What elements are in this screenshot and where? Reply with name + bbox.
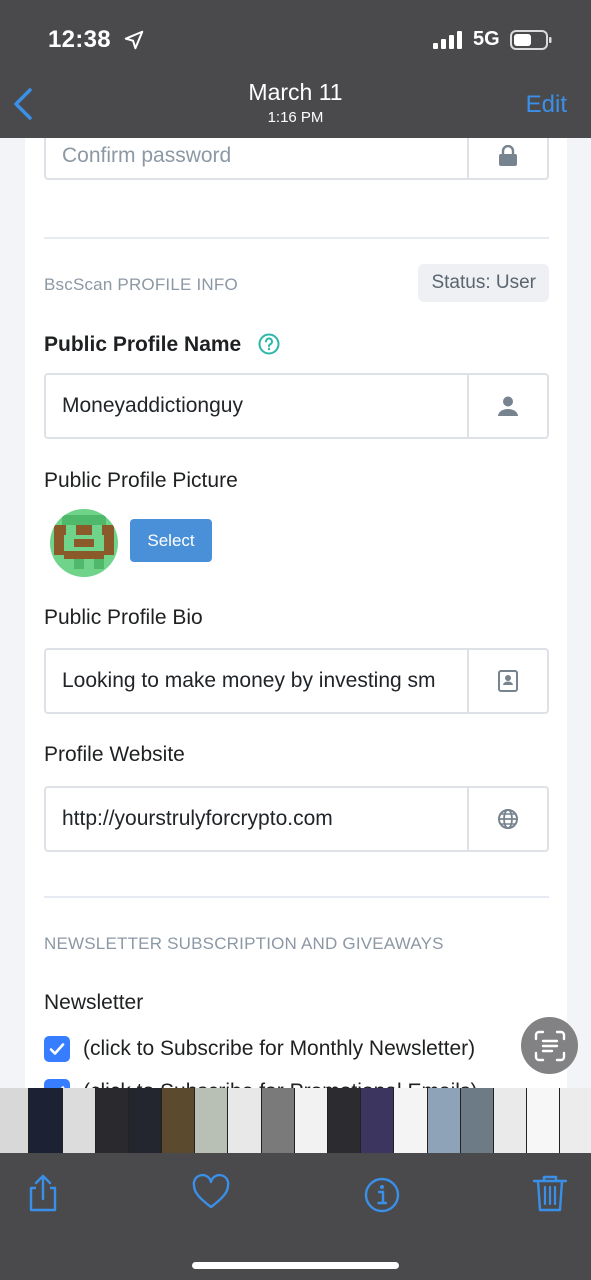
profile-bio-label: Public Profile Bio bbox=[44, 606, 203, 629]
lock-icon bbox=[499, 145, 517, 166]
thumbnail[interactable] bbox=[96, 1088, 129, 1153]
thumbnail[interactable] bbox=[527, 1088, 560, 1153]
photo-content: Confirm password BscScan PROFILE INFO St… bbox=[0, 138, 591, 1088]
photos-bottom-toolbar bbox=[0, 1153, 591, 1280]
live-text-button[interactable] bbox=[521, 1017, 578, 1074]
profile-bio-group: Looking to make money by investing sm bbox=[44, 648, 549, 714]
profile-picture-label: Public Profile Picture bbox=[44, 469, 238, 492]
profile-form-card: Confirm password BscScan PROFILE INFO St… bbox=[25, 138, 567, 1088]
monthly-newsletter-checkbox[interactable] bbox=[44, 1036, 70, 1062]
nav-subtitle: 1:16 PM bbox=[267, 109, 324, 126]
location-arrow-icon bbox=[124, 30, 144, 50]
newsletter-heading: NEWSLETTER SUBSCRIPTION AND GIVEAWAYS bbox=[44, 934, 444, 953]
thumbnail[interactable] bbox=[428, 1088, 461, 1153]
thumbnail[interactable] bbox=[262, 1088, 295, 1153]
confirm-password-input[interactable]: Confirm password bbox=[46, 138, 467, 178]
thumbnail[interactable] bbox=[228, 1088, 262, 1153]
profile-website-group: http://yourstrulyforcrypto.com bbox=[44, 786, 549, 852]
profile-name-input[interactable]: Moneyaddictionguy bbox=[46, 375, 467, 437]
live-text-icon bbox=[534, 1030, 565, 1061]
thumbnail-strip[interactable] bbox=[0, 1088, 591, 1153]
profile-name-label: Public Profile Name bbox=[44, 333, 242, 356]
confirm-password-group: Confirm password bbox=[44, 138, 549, 180]
thumbnail[interactable] bbox=[129, 1088, 162, 1153]
thumbnail[interactable] bbox=[29, 1088, 63, 1153]
thumbnail[interactable] bbox=[328, 1088, 361, 1153]
thumbnail[interactable] bbox=[162, 1088, 195, 1153]
user-icon bbox=[498, 396, 518, 416]
globe-icon bbox=[498, 809, 518, 829]
question-circle-icon[interactable] bbox=[258, 333, 280, 355]
network-type: 5G bbox=[473, 28, 500, 50]
contact-book-icon bbox=[498, 670, 518, 692]
nav-title: March 11 bbox=[248, 79, 343, 105]
profile-website-label: Profile Website bbox=[44, 743, 185, 766]
status-badge: Status: User bbox=[418, 264, 549, 302]
profile-website-addon bbox=[467, 788, 547, 850]
section-divider bbox=[44, 896, 549, 898]
profile-bio-input[interactable]: Looking to make money by investing sm bbox=[46, 650, 467, 712]
promotional-emails-checkbox[interactable] bbox=[44, 1079, 70, 1088]
thumbnail[interactable] bbox=[494, 1088, 527, 1153]
thumbnail[interactable] bbox=[560, 1088, 591, 1153]
cellular-signal-icon bbox=[433, 31, 462, 49]
section-divider bbox=[44, 237, 549, 239]
newsletter-label: Newsletter bbox=[44, 991, 144, 1014]
thumbnail[interactable] bbox=[394, 1088, 428, 1153]
info-icon[interactable] bbox=[362, 1173, 402, 1213]
thumbnail[interactable] bbox=[195, 1088, 228, 1153]
profile-info-heading: BscScan PROFILE INFO bbox=[44, 275, 238, 294]
thumbnail[interactable] bbox=[461, 1088, 494, 1153]
checkmark-icon bbox=[49, 1043, 65, 1055]
thumbnail[interactable] bbox=[295, 1088, 328, 1153]
trash-icon[interactable] bbox=[530, 1173, 570, 1213]
profile-name-addon bbox=[467, 375, 547, 437]
thumbnail[interactable] bbox=[63, 1088, 96, 1153]
profile-bio-addon bbox=[467, 650, 547, 712]
edit-button[interactable]: Edit bbox=[526, 91, 567, 119]
thumbnail[interactable] bbox=[0, 1088, 29, 1153]
select-picture-button[interactable]: Select bbox=[130, 519, 212, 562]
thumbnail[interactable] bbox=[361, 1088, 394, 1153]
heart-icon[interactable] bbox=[191, 1173, 231, 1213]
promotional-emails-label[interactable]: (click to Subscribe for Promotional Emai… bbox=[83, 1080, 477, 1088]
status-time: 12:38 bbox=[48, 26, 111, 53]
photos-top-bar: 12:38 5G March 11 1:16 PM Edit bbox=[0, 0, 591, 138]
confirm-password-placeholder: Confirm password bbox=[62, 144, 232, 167]
profile-name-group: Moneyaddictionguy bbox=[44, 373, 549, 439]
password-addon bbox=[467, 138, 547, 178]
battery-icon bbox=[510, 30, 552, 50]
home-indicator[interactable] bbox=[192, 1262, 399, 1269]
share-icon[interactable] bbox=[23, 1173, 63, 1213]
monthly-newsletter-label[interactable]: (click to Subscribe for Monthly Newslett… bbox=[83, 1037, 475, 1061]
profile-website-input[interactable]: http://yourstrulyforcrypto.com bbox=[46, 788, 467, 850]
avatar bbox=[50, 509, 118, 577]
